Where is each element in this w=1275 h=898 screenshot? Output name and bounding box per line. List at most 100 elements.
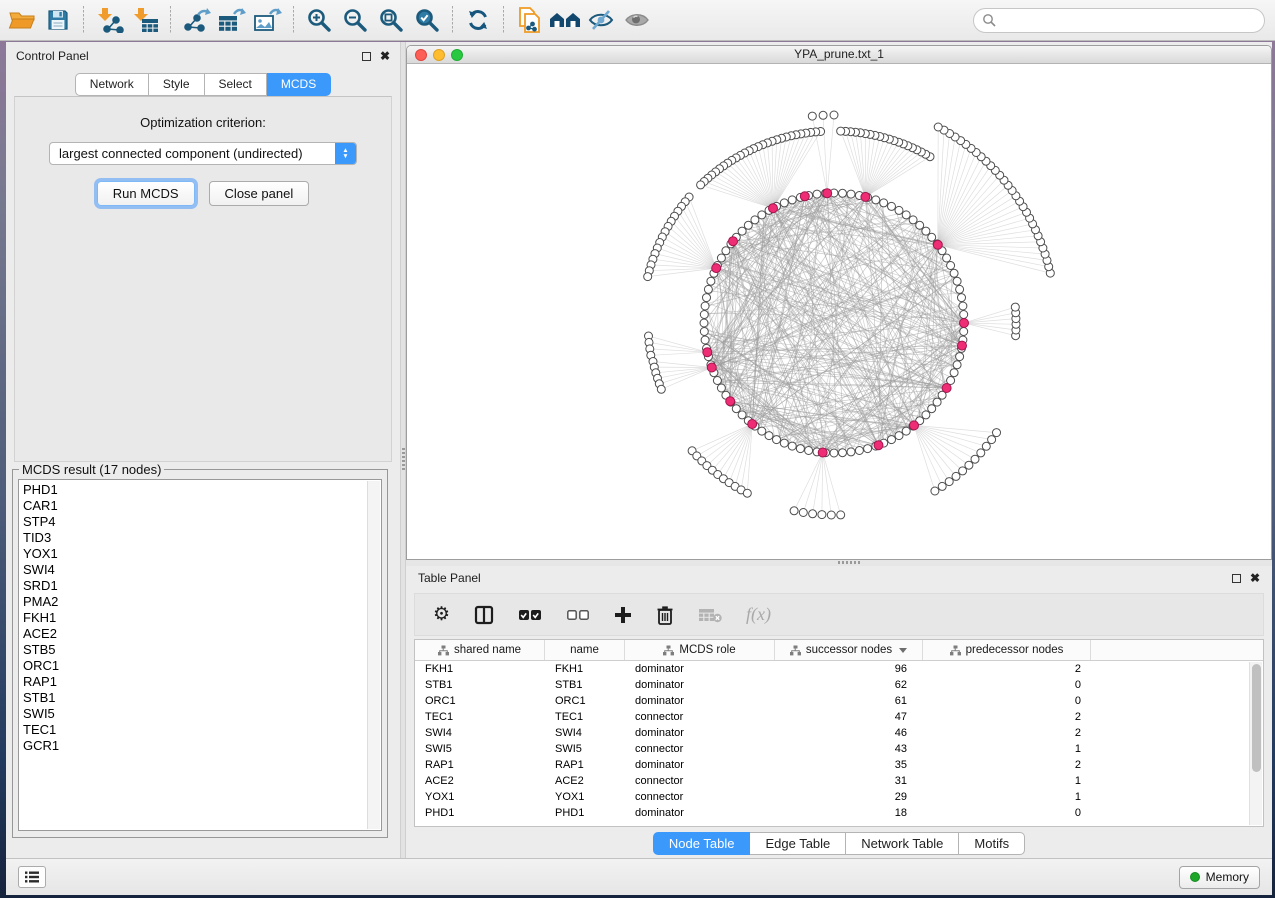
deselect-all-button[interactable] bbox=[566, 602, 590, 628]
tab-network[interactable]: Network bbox=[75, 73, 149, 96]
hide-selected-button[interactable] bbox=[583, 3, 619, 37]
graph-node[interactable] bbox=[830, 111, 838, 119]
graph-node[interactable] bbox=[738, 227, 746, 235]
graph-node[interactable] bbox=[922, 227, 930, 235]
first-neighbors-button[interactable] bbox=[547, 3, 583, 37]
graph-node[interactable] bbox=[790, 507, 798, 515]
export-network-button[interactable] bbox=[178, 3, 214, 37]
graph-hub-node[interactable] bbox=[707, 363, 716, 372]
graph-hub-node[interactable] bbox=[823, 189, 832, 198]
graph-node[interactable] bbox=[796, 445, 804, 453]
delete-table-button[interactable] bbox=[698, 602, 722, 628]
column-header-successor-nodes[interactable]: successor nodes bbox=[775, 640, 923, 660]
graph-node[interactable] bbox=[959, 302, 967, 310]
mcds-result-item[interactable]: STB5 bbox=[23, 642, 366, 658]
graph-node[interactable] bbox=[819, 111, 827, 119]
close-window-icon[interactable] bbox=[415, 49, 427, 61]
graph-node[interactable] bbox=[880, 199, 888, 207]
graph-hub-node[interactable] bbox=[861, 192, 870, 201]
graph-node[interactable] bbox=[765, 432, 773, 440]
network-window-titlebar[interactable]: YPA_prune.txt_1 bbox=[407, 46, 1271, 64]
mcds-result-item[interactable]: SWI5 bbox=[23, 706, 366, 722]
graph-node[interactable] bbox=[788, 442, 796, 450]
close-panel-icon[interactable]: ✖ bbox=[380, 51, 390, 61]
create-column-button[interactable] bbox=[614, 602, 632, 628]
graph-node[interactable] bbox=[780, 439, 788, 447]
graph-node[interactable] bbox=[928, 405, 936, 413]
graph-node[interactable] bbox=[703, 294, 711, 302]
mcds-result-item[interactable]: SRD1 bbox=[23, 578, 366, 594]
mcds-result-item[interactable]: TEC1 bbox=[23, 722, 366, 738]
tab-edge-table[interactable]: Edge Table bbox=[750, 832, 846, 855]
close-mcds-panel-button[interactable]: Close panel bbox=[209, 181, 310, 206]
graph-node[interactable] bbox=[888, 202, 896, 210]
graph-node[interactable] bbox=[738, 411, 746, 419]
zoom-out-button[interactable] bbox=[337, 3, 373, 37]
graph-node[interactable] bbox=[953, 361, 961, 369]
mcds-result-item[interactable]: PHD1 bbox=[23, 482, 366, 498]
graph-node[interactable] bbox=[704, 285, 712, 293]
graph-node[interactable] bbox=[872, 196, 880, 204]
graph-hub-node[interactable] bbox=[933, 240, 942, 249]
graph-hub-node[interactable] bbox=[818, 448, 827, 457]
graph-node[interactable] bbox=[743, 489, 751, 497]
graph-node[interactable] bbox=[956, 353, 964, 361]
graph-node[interactable] bbox=[971, 455, 979, 463]
graph-node[interactable] bbox=[895, 206, 903, 214]
graph-node[interactable] bbox=[960, 328, 968, 336]
table-row[interactable]: FKH1FKH1dominator962 bbox=[415, 661, 1263, 677]
graph-node[interactable] bbox=[950, 369, 958, 377]
export-table-button[interactable] bbox=[214, 3, 250, 37]
graph-node[interactable] bbox=[700, 311, 708, 319]
graph-node[interactable] bbox=[808, 112, 816, 120]
graph-node[interactable] bbox=[758, 427, 766, 435]
graph-node[interactable] bbox=[818, 511, 826, 519]
import-table-button[interactable] bbox=[127, 3, 163, 37]
graph-hub-node[interactable] bbox=[712, 264, 721, 273]
graph-node[interactable] bbox=[933, 398, 941, 406]
table-row[interactable]: TEC1TEC1connector472 bbox=[415, 709, 1263, 725]
graph-node[interactable] bbox=[922, 411, 930, 419]
graph-node[interactable] bbox=[805, 447, 813, 455]
search-input[interactable] bbox=[996, 10, 1264, 30]
column-header-predecessor-nodes[interactable]: predecessor nodes bbox=[923, 640, 1091, 660]
open-file-button[interactable] bbox=[4, 3, 40, 37]
graph-node[interactable] bbox=[977, 449, 985, 457]
show-all-button[interactable] bbox=[619, 3, 655, 37]
graph-node[interactable] bbox=[1011, 303, 1019, 311]
network-graph[interactable] bbox=[407, 65, 1271, 559]
refresh-view-button[interactable] bbox=[460, 3, 496, 37]
graph-node[interactable] bbox=[773, 436, 781, 444]
zoom-in-button[interactable] bbox=[301, 3, 337, 37]
graph-hub-node[interactable] bbox=[800, 192, 809, 201]
graph-node[interactable] bbox=[701, 302, 709, 310]
mcds-result-item[interactable]: ORC1 bbox=[23, 658, 366, 674]
graph-hub-node[interactable] bbox=[942, 384, 951, 393]
mcds-result-item[interactable]: RAP1 bbox=[23, 674, 366, 690]
graph-node[interactable] bbox=[751, 216, 759, 224]
float-panel-icon[interactable] bbox=[1232, 574, 1241, 583]
tab-node-table[interactable]: Node Table bbox=[653, 832, 751, 855]
graph-node[interactable] bbox=[938, 482, 946, 490]
scrollbar-thumb[interactable] bbox=[1252, 664, 1261, 772]
column-header-name[interactable]: name bbox=[545, 640, 625, 660]
delete-columns-button[interactable] bbox=[656, 602, 674, 628]
graph-hub-node[interactable] bbox=[874, 441, 883, 450]
table-row[interactable]: STB1STB1dominator620 bbox=[415, 677, 1263, 693]
table-row[interactable]: RAP1RAP1dominator352 bbox=[415, 757, 1263, 773]
graph-node[interactable] bbox=[830, 449, 838, 457]
graph-hub-node[interactable] bbox=[769, 204, 778, 213]
mcds-result-item[interactable]: SWI4 bbox=[23, 562, 366, 578]
graph-node[interactable] bbox=[928, 233, 936, 241]
graph-hub-node[interactable] bbox=[703, 348, 712, 357]
table-row[interactable]: SWI4SWI4dominator462 bbox=[415, 725, 1263, 741]
graph-node[interactable] bbox=[701, 336, 709, 344]
table-mode-button[interactable]: ⚙ bbox=[433, 602, 450, 628]
column-header-shared-name[interactable]: shared name bbox=[415, 640, 545, 660]
export-image-button[interactable] bbox=[250, 3, 286, 37]
graph-hub-node[interactable] bbox=[958, 341, 967, 350]
graph-node[interactable] bbox=[888, 436, 896, 444]
table-row[interactable]: SWI5SWI5connector431 bbox=[415, 741, 1263, 757]
graph-node[interactable] bbox=[799, 509, 807, 517]
tab-network-table[interactable]: Network Table bbox=[846, 832, 959, 855]
